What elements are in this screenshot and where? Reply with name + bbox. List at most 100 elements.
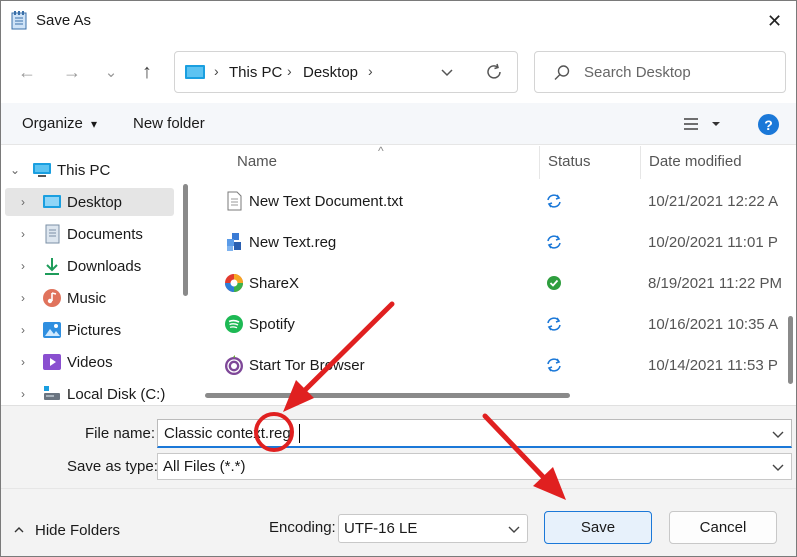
chevron-right-icon[interactable]: › [21,291,25,305]
downloads-icon [45,258,59,275]
sidebar-item-music[interactable]: › Music [5,284,174,312]
view-options-icon[interactable] [681,114,725,134]
file-date: 10/21/2021 12:22 A [648,193,779,210]
search-input[interactable]: Search Desktop [584,64,691,81]
registry-file-icon [227,233,241,251]
chevron-down-icon: ⌄ [104,64,118,81]
sidebar-item-this-pc[interactable]: ⌄ This PC [5,156,174,184]
new-folder-button[interactable]: New folder [133,115,205,132]
refresh-icon[interactable] [484,62,504,82]
chevron-down-icon[interactable]: ⌄ [10,163,20,177]
sidebar-item-videos[interactable]: › Videos [5,348,174,376]
file-name-value: Classic context.reg [164,425,291,442]
file-row[interactable]: New Text.reg 10/20/2021 11:01 P [197,222,796,263]
sync-icon [547,235,561,249]
chevron-right-icon[interactable]: › [21,227,25,241]
close-button[interactable]: ✕ [753,1,796,41]
file-row[interactable]: Start Tor Browser 10/14/2021 11:53 P [197,345,796,386]
breadcrumb-this-pc[interactable]: This PC [229,64,282,81]
file-name-label: File name: [85,425,156,442]
hide-folders-label: Hide Folders [35,522,121,539]
save-button[interactable]: Save [544,511,652,544]
horizontal-scrollbar[interactable] [205,393,570,398]
hide-folders-button[interactable]: Hide Folders [13,519,133,543]
pictures-icon [43,322,61,338]
caret-down-icon: ▾ [91,117,98,131]
text-file-icon [227,191,242,211]
synced-check-icon [547,276,561,290]
up-button[interactable]: ↑ [134,58,160,86]
chevron-right-icon[interactable]: › [21,355,25,369]
search-box[interactable]: Search Desktop [534,51,786,93]
column-header-name[interactable]: Name [237,153,277,170]
title-bar: Save As ✕ [1,1,796,41]
sync-icon [547,358,561,372]
vertical-scrollbar[interactable] [788,316,793,384]
sidebar-item-desktop[interactable]: › Desktop [5,188,174,216]
dialog-footer: Hide Folders Encoding: UTF-16 LE Save Ca… [1,488,796,556]
breadcrumb-separator: › [287,63,292,79]
file-date: 10/16/2021 10:35 A [648,316,779,333]
save-as-type-select[interactable]: All Files (*.*) [157,453,792,480]
up-arrow-icon: ↑ [142,60,152,83]
nav-scrollbar[interactable] [183,184,188,296]
file-row[interactable]: New Text Document.txt 10/21/2021 12:22 A [197,181,796,222]
cancel-button[interactable]: Cancel [669,511,777,544]
help-button[interactable]: ? [758,114,779,135]
file-row[interactable]: Spotify 10/16/2021 10:35 A [197,304,796,345]
sync-icon [547,194,561,208]
save-as-type-label: Save as type: [67,458,158,475]
videos-icon [43,354,61,370]
organize-button[interactable]: Organize ▾ [22,115,97,132]
chevron-up-icon [14,527,24,533]
encoding-label: Encoding: [269,519,336,536]
chevron-right-icon[interactable]: › [21,323,25,337]
sidebar-item-label: Music [67,289,107,307]
monitor-icon [185,65,205,79]
chevron-right-icon[interactable]: › [21,195,25,209]
file-name: New Text.reg [249,234,337,251]
back-arrow-icon: ← [18,61,36,82]
desktop-icon [43,195,61,208]
tor-browser-icon [225,355,243,375]
column-divider[interactable] [539,146,540,179]
sidebar-item-pictures[interactable]: › Pictures [5,316,174,344]
breadcrumb-desktop[interactable]: Desktop [303,64,358,81]
column-header-status[interactable]: Status [548,153,591,170]
navigation-pane: ⌄ This PC › Desktop › Documents › Downlo… [1,146,193,405]
chevron-right-icon[interactable]: › [21,259,25,273]
save-as-type-value: All Files (*.*) [163,458,246,475]
file-list: ^ Name Status Date modified New Text Doc… [197,146,796,405]
file-date: 8/19/2021 11:22 PM [648,275,782,292]
file-row[interactable]: ShareX 8/19/2021 11:22 PM [197,263,796,304]
breadcrumb-separator: › [368,63,373,79]
address-bar[interactable]: › This PC › Desktop › [174,51,518,93]
save-form: File name: Classic context.reg Save as t… [1,405,796,488]
sidebar-item-downloads[interactable]: › Downloads [5,252,174,280]
sidebar-item-local-disk[interactable]: › Local Disk (C:) [5,380,174,405]
file-date: 10/14/2021 11:53 P [648,357,778,374]
file-name-field[interactable]: Classic context.reg [157,419,792,448]
sidebar-item-label: Local Disk (C:) [67,385,166,403]
column-divider[interactable] [640,146,641,179]
chevron-down-icon[interactable] [771,427,785,441]
column-header-date-modified[interactable]: Date modified [649,153,742,170]
chevron-down-icon[interactable] [771,460,785,474]
encoding-value: UTF-16 LE [344,520,418,537]
forward-arrow-icon: → [63,61,81,82]
chevron-right-icon[interactable]: › [21,387,25,401]
notepad-icon [11,11,27,30]
file-name: Start Tor Browser [249,357,365,374]
sidebar-item-documents[interactable]: › Documents [5,220,174,248]
documents-icon [45,224,60,244]
forward-button[interactable]: → [59,58,85,86]
save-as-dialog: Save As ✕ ← → ⌄ ↑ › This PC › Desktop › [0,0,797,557]
recent-locations-button[interactable]: ⌄ [98,58,124,86]
encoding-select[interactable]: UTF-16 LE [338,514,528,543]
help-icon: ? [764,116,773,133]
file-name: ShareX [249,275,300,292]
back-button[interactable]: ← [14,58,40,86]
chevron-down-icon[interactable] [439,64,455,80]
spotify-icon [225,315,243,333]
search-icon [554,65,570,80]
